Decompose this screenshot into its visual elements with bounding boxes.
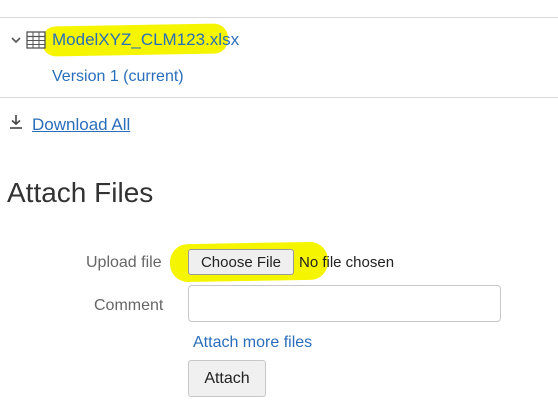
divider-top: [0, 17, 558, 18]
download-icon[interactable]: [8, 114, 24, 130]
expand-chevron-icon[interactable]: [10, 33, 22, 45]
spreadsheet-icon: [26, 30, 46, 50]
attach-files-heading: Attach Files: [7, 177, 154, 208]
no-file-chosen-text: No file chosen: [299, 254, 395, 271]
version-link[interactable]: Version 1 (current): [52, 67, 184, 87]
download-all-link[interactable]: Download All: [32, 115, 130, 135]
upload-file-label: Upload file: [86, 254, 162, 271]
attach-more-files-link[interactable]: Attach more files: [193, 333, 312, 353]
attach-button[interactable]: Attach: [188, 360, 266, 397]
divider-middle: [0, 97, 558, 98]
previous-file-fragment-icon: [20, 0, 220, 2]
comment-input[interactable]: [188, 285, 501, 322]
file-name-link[interactable]: ModelXYZ_CLM123.xlsx: [52, 30, 239, 50]
previous-file-row-partial: [20, 0, 220, 2]
choose-file-button[interactable]: Choose File: [188, 249, 294, 275]
comment-label: Comment: [94, 297, 164, 314]
